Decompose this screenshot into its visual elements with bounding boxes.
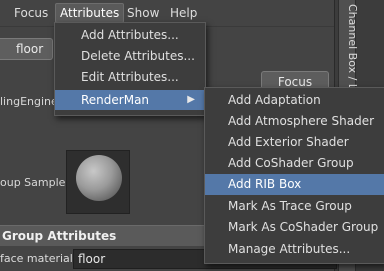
menu-item-label: Add CoShader Group — [228, 156, 354, 170]
node-tab-label: floor — [16, 42, 44, 56]
menu-item-renderman[interactable]: RenderMan ▶ — [55, 90, 205, 110]
menu-item-label: Edit Attributes... — [81, 70, 179, 84]
menu-item-delete-attributes[interactable]: Delete Attributes... — [55, 46, 205, 66]
menu-item-add-adaptation[interactable]: Add Adaptation — [205, 90, 384, 111]
menu-item-add-attributes[interactable]: Add Attributes... — [55, 25, 205, 45]
menu-item-mark-as-coshader-group[interactable]: Mark As CoShader Group — [205, 217, 384, 238]
menu-show[interactable]: Show — [123, 4, 163, 22]
menu-item-label: Delete Attributes... — [81, 49, 195, 63]
menu-item-manage-attributes[interactable]: Manage Attributes... — [205, 239, 384, 260]
menu-focus[interactable]: Focus — [10, 4, 52, 22]
surface-material-label: face material — [0, 252, 73, 265]
menu-item-label: Add Adaptation — [228, 93, 321, 107]
menu-item-edit-attributes[interactable]: Edit Attributes... — [55, 67, 205, 87]
menu-attributes[interactable]: Attributes — [55, 3, 125, 23]
node-tab-floor[interactable]: floor — [0, 38, 53, 60]
menu-item-label: Add Attributes... — [81, 28, 179, 42]
menu-item-add-rib-box[interactable]: Add RIB Box — [205, 174, 384, 195]
menu-item-label: Add Atmosphere Shader — [228, 114, 375, 128]
menu-item-add-atmosphere-shader[interactable]: Add Atmosphere Shader — [205, 111, 384, 132]
shading-engine-label: lingEngine — [0, 95, 58, 108]
renderman-submenu: Add Adaptation Add Atmosphere Shader Add… — [204, 87, 384, 264]
menu-item-label: Mark As CoShader Group — [228, 220, 379, 234]
submenu-arrow-icon: ▶ — [187, 94, 195, 105]
menu-help[interactable]: Help — [166, 4, 201, 22]
menu-item-mark-as-trace-group[interactable]: Mark As Trace Group — [205, 196, 384, 217]
surface-material-value: floor — [78, 252, 106, 266]
group-attributes-title: Group Attributes — [2, 229, 117, 243]
menu-item-label: Add Exterior Shader — [228, 135, 349, 149]
menu-item-label: RenderMan — [81, 93, 150, 107]
attributes-menu: Add Attributes... Delete Attributes... E… — [54, 22, 206, 116]
menu-item-label: Manage Attributes... — [228, 242, 351, 256]
menu-item-label: Mark As Trace Group — [228, 199, 352, 213]
material-sphere-preview — [76, 155, 122, 201]
menu-item-add-coshader-group[interactable]: Add CoShader Group — [205, 153, 384, 174]
group-sample-label: oup Sample — [0, 176, 66, 189]
menu-item-add-exterior-shader[interactable]: Add Exterior Shader — [205, 132, 384, 153]
menu-item-label: Add RIB Box — [228, 177, 302, 191]
